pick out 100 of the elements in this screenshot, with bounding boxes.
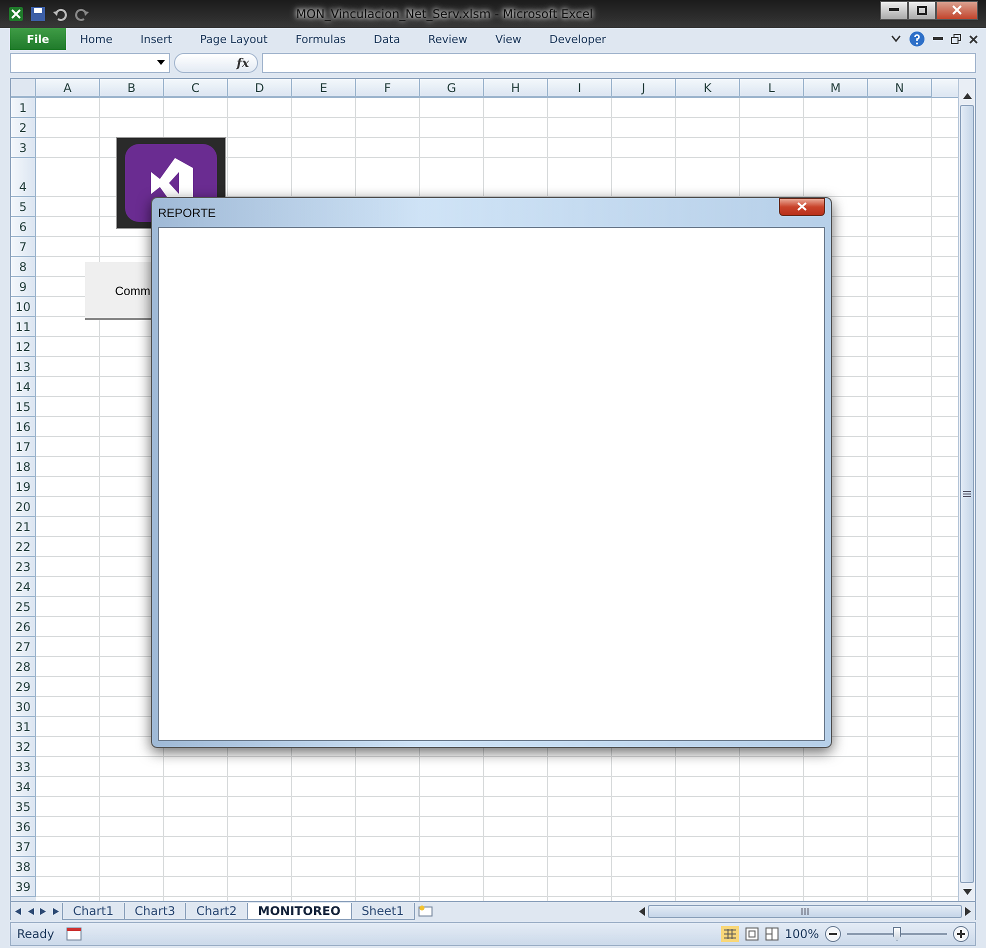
excel-logo-icon[interactable]	[8, 6, 24, 22]
ribbon-tab[interactable]: Insert	[126, 28, 186, 50]
row-header[interactable]: 23	[11, 557, 36, 577]
save-icon[interactable]	[30, 6, 46, 22]
row-header[interactable]: 33	[11, 757, 36, 777]
zoom-in-button[interactable]	[953, 926, 969, 942]
sheet-tab[interactable]: Chart1	[62, 902, 125, 920]
column-header[interactable]: N	[868, 79, 932, 97]
column-header[interactable]: K	[676, 79, 740, 97]
ribbon-tab[interactable]: Data	[360, 28, 414, 50]
help-icon[interactable]	[909, 31, 925, 47]
column-header[interactable]: I	[548, 79, 612, 97]
row-header[interactable]: 5	[11, 197, 36, 217]
row-header[interactable]: 29	[11, 677, 36, 697]
row-header[interactable]: 38	[11, 857, 36, 877]
ribbon-tab[interactable]: Page Layout	[186, 28, 282, 50]
row-header[interactable]: 4	[11, 158, 36, 197]
scroll-right-icon[interactable]	[965, 906, 971, 916]
close-icon[interactable]	[969, 34, 978, 44]
row-header[interactable]: 22	[11, 537, 36, 557]
row-header[interactable]: 17	[11, 437, 36, 457]
row-header[interactable]: 15	[11, 397, 36, 417]
sheet-tab[interactable]: MONITOREO	[246, 902, 352, 920]
row-header[interactable]: 16	[11, 417, 36, 437]
ribbon-tab[interactable]: Developer	[535, 28, 620, 50]
maximize-button[interactable]	[908, 0, 936, 20]
row-header[interactable]: 12	[11, 337, 36, 357]
scroll-down-icon[interactable]	[962, 889, 972, 895]
scroll-up-icon[interactable]	[962, 93, 972, 99]
restore-icon[interactable]	[951, 34, 961, 44]
column-header[interactable]: J	[612, 79, 676, 97]
row-header[interactable]: 26	[11, 617, 36, 637]
insert-function-button[interactable]: fx	[236, 56, 249, 70]
row-header[interactable]: 18	[11, 457, 36, 477]
dialog-close-button[interactable]	[779, 198, 825, 216]
column-header[interactable]: H	[484, 79, 548, 97]
sheet-tab[interactable]: Chart2	[185, 902, 248, 920]
row-header[interactable]: 1	[11, 98, 36, 118]
row-header[interactable]: 21	[11, 517, 36, 537]
row-header[interactable]: 32	[11, 737, 36, 757]
redo-icon[interactable]	[74, 6, 90, 22]
row-header[interactable]: 6	[11, 217, 36, 237]
sheet-tab[interactable]: Chart3	[124, 902, 186, 920]
row-header[interactable]: 37	[11, 837, 36, 857]
row-header[interactable]: 36	[11, 817, 36, 837]
row-header[interactable]: 39	[11, 877, 36, 897]
row-header[interactable]: 34	[11, 777, 36, 797]
column-header[interactable]: B	[100, 79, 164, 97]
zoom-out-button[interactable]	[825, 926, 841, 942]
row-header[interactable]: 27	[11, 637, 36, 657]
minimize-button[interactable]	[880, 0, 908, 20]
row-header[interactable]: 9	[11, 277, 36, 297]
column-header[interactable]: D	[228, 79, 292, 97]
scroll-left-icon[interactable]	[639, 906, 645, 916]
normal-view-icon[interactable]	[720, 926, 739, 942]
zoom-level-text[interactable]: 100%	[784, 927, 819, 941]
row-header[interactable]: 10	[11, 297, 36, 317]
ribbon-tab[interactable]: Home	[66, 28, 126, 50]
close-icon	[952, 5, 962, 15]
macro-record-icon[interactable]	[66, 927, 82, 941]
file-tab[interactable]: File	[10, 28, 66, 50]
column-header[interactable]: G	[420, 79, 484, 97]
page-layout-icon[interactable]	[744, 927, 759, 941]
column-header[interactable]: F	[356, 79, 420, 97]
sheet-tab[interactable]: Sheet1	[350, 902, 415, 920]
row-header[interactable]: 8	[11, 257, 36, 277]
close-button[interactable]	[936, 0, 978, 20]
row-header[interactable]: 7	[11, 237, 36, 257]
row-header[interactable]: 14	[11, 377, 36, 397]
undo-icon[interactable]	[52, 6, 68, 22]
row-header[interactable]: 3	[11, 138, 36, 158]
column-header[interactable]: A	[36, 79, 100, 97]
dropdown-caret-icon[interactable]	[157, 60, 165, 65]
row-header[interactable]: 28	[11, 657, 36, 677]
row-header[interactable]: 20	[11, 497, 36, 517]
formula-input[interactable]	[262, 52, 976, 72]
ribbon-tab[interactable]: Formulas	[282, 28, 360, 50]
row-header[interactable]: 35	[11, 797, 36, 817]
chevron-icon[interactable]	[891, 35, 901, 43]
page-break-icon[interactable]	[764, 927, 779, 941]
row-header[interactable]: 24	[11, 577, 36, 597]
window-title: MON_Vinculacion_Net_Serv.xlsm - Microsoft Excel	[296, 7, 593, 21]
row-header[interactable]: 19	[11, 477, 36, 497]
row-header[interactable]: 31	[11, 717, 36, 737]
column-header[interactable]: C	[164, 79, 228, 97]
row-header[interactable]: 25	[11, 597, 36, 617]
status-text: Ready	[17, 927, 54, 941]
row-header[interactable]: 11	[11, 317, 36, 337]
row-header[interactable]: 30	[11, 697, 36, 717]
column-header[interactable]: L	[740, 79, 804, 97]
column-header[interactable]: M	[804, 79, 868, 97]
ribbon-tab[interactable]: Review	[414, 28, 482, 50]
minimize-icon[interactable]	[933, 37, 943, 41]
horizontal-scrollbar-thumb[interactable]	[648, 904, 962, 918]
column-header[interactable]: E	[292, 79, 356, 97]
row-header[interactable]: 13	[11, 357, 36, 377]
vertical-scrollbar-thumb[interactable]	[960, 105, 974, 883]
row-header[interactable]: 2	[11, 118, 36, 138]
zoom-slider-thumb[interactable]	[893, 927, 901, 941]
ribbon-tab[interactable]: View	[481, 28, 536, 50]
